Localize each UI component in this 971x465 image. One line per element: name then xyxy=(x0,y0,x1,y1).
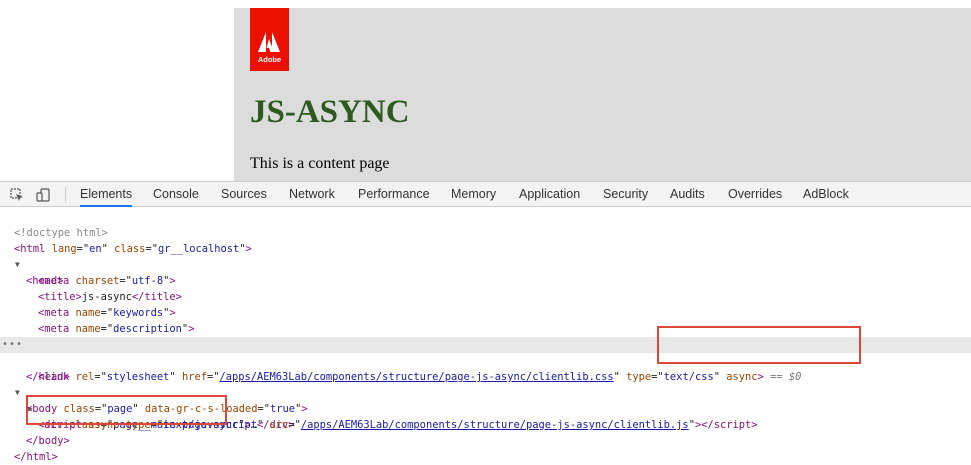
tab-network[interactable]: Network xyxy=(289,182,335,206)
adobe-logo-text: Adobe xyxy=(257,55,282,64)
dom-line-body-close[interactable]: </body> xyxy=(0,417,971,447)
dom-line-script[interactable]: <script async type="text/javascript" src… xyxy=(0,401,971,431)
dom-line-meta-keywords[interactable]: <meta name="keywords"> xyxy=(0,289,971,319)
rendered-page: Adobe JS-ASYNC This is a content page xyxy=(234,8,971,181)
page-heading: JS-ASYNC xyxy=(250,94,410,130)
adobe-logo-icon xyxy=(258,32,280,52)
device-toolbar-icon[interactable] xyxy=(34,186,51,203)
tab-adblock[interactable]: AdBlock xyxy=(803,182,849,206)
tab-elements[interactable]: Elements xyxy=(80,182,133,207)
tab-audits[interactable]: Audits xyxy=(670,182,705,206)
dom-line-html[interactable]: <html lang="en" class="gr__localhost"> xyxy=(0,225,971,255)
tab-memory[interactable]: Memory xyxy=(451,182,496,206)
tab-console[interactable]: Console xyxy=(153,182,199,206)
tab-application[interactable]: Application xyxy=(519,182,580,206)
toolbar-separator xyxy=(65,187,66,202)
dom-line-link-stylesheet[interactable]: ••• <link rel="stylesheet" href="/apps/A… xyxy=(0,337,971,383)
dom-line-head[interactable]: ▼ <head> xyxy=(0,241,971,287)
dom-line-html-close[interactable]: </html> xyxy=(0,433,971,463)
adobe-logo: Adobe xyxy=(250,8,289,71)
dom-line-div[interactable]: ▶ <div class="page__main-page-sync">…</d… xyxy=(0,385,971,431)
dom-line-head-close[interactable]: </head> xyxy=(0,353,971,383)
page-preview: Adobe JS-ASYNC This is a content page xyxy=(0,0,971,181)
tab-sources[interactable]: Sources xyxy=(221,182,267,206)
dom-line-body[interactable]: ▼ <body class="page" data-gr-c-s-loaded=… xyxy=(0,369,971,415)
tab-security[interactable]: Security xyxy=(603,182,648,206)
more-options-icon[interactable]: ••• xyxy=(2,337,23,353)
dom-line-title[interactable]: <title>js-async</title> xyxy=(0,273,971,303)
tab-overrides[interactable]: Overrides xyxy=(728,182,782,206)
dom-line-meta-charset[interactable]: <meta charset="utf-8"> xyxy=(0,257,971,287)
dom-line-meta-description[interactable]: <meta name="description"> xyxy=(0,305,971,335)
inspect-element-icon[interactable] xyxy=(8,186,25,203)
page-paragraph: This is a content page xyxy=(250,155,390,172)
devtools-toolbar: Elements Console Sources Network Perform… xyxy=(0,181,971,207)
dom-line-link-icon[interactable]: <link rel="icon" href="/etc/designs/AEM6… xyxy=(0,321,971,351)
dom-line-doctype[interactable]: <!doctype html> xyxy=(0,209,971,239)
dom-tree: <!doctype html> <html lang="en" class="g… xyxy=(0,207,971,465)
tab-performance[interactable]: Performance xyxy=(358,182,430,206)
